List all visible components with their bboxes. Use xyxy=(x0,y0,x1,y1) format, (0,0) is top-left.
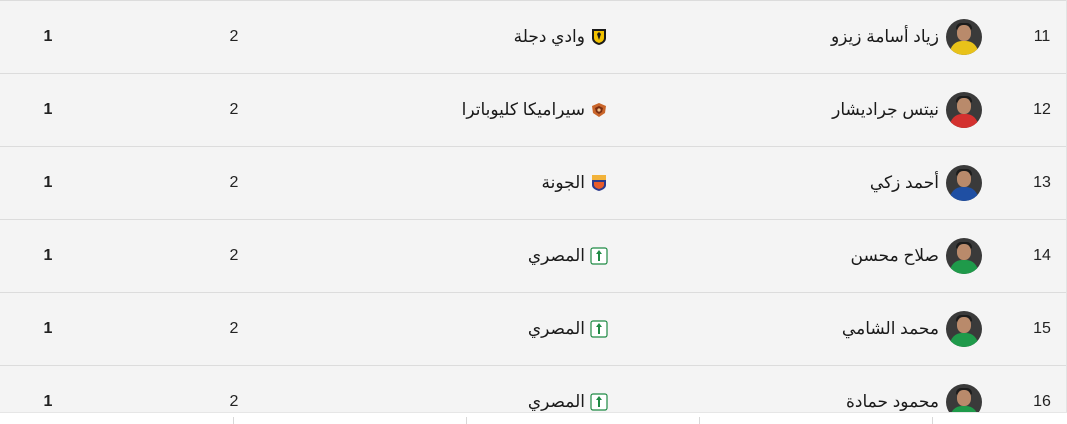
team-cell[interactable]: سيراميكا كليوباترا xyxy=(462,74,608,146)
player-name[interactable]: زياد أسامة زيزو xyxy=(831,27,939,47)
stat-cell: 1 xyxy=(43,320,53,337)
avatar xyxy=(946,92,982,128)
stat-cell: 1 xyxy=(43,101,53,118)
player-cell[interactable]: محمد الشامي xyxy=(842,293,982,365)
stat-cell: 1 xyxy=(43,174,53,191)
rank-cell: 16 xyxy=(1033,393,1051,410)
stat-cell: 1 xyxy=(43,28,53,45)
al-masry-logo-icon xyxy=(590,393,608,411)
player-cell[interactable]: محمود حمادة xyxy=(846,366,982,412)
avatar xyxy=(946,165,982,201)
table-row[interactable]: 12 نيتس جراديشار سيراميكا كليوباترا 2 1 xyxy=(0,73,1066,146)
table-row[interactable]: 13 أحمد زكي الجونة 2 1 xyxy=(0,146,1066,219)
stat-cell: 2 xyxy=(229,174,239,191)
team-name[interactable]: المصري xyxy=(528,392,585,412)
stat-cell: 2 xyxy=(229,247,239,264)
ceramica-cleopatra-logo-icon xyxy=(590,101,608,119)
rank-cell: 14 xyxy=(1033,247,1051,264)
table-row[interactable]: 15 محمد الشامي المصري 2 1 xyxy=(0,292,1066,365)
avatar xyxy=(946,238,982,274)
player-name[interactable]: محمود حمادة xyxy=(846,392,939,412)
team-name[interactable]: المصري xyxy=(528,319,585,339)
stat-cell: 2 xyxy=(229,393,239,410)
player-cell[interactable]: أحمد زكي xyxy=(870,147,982,219)
wadi-degla-logo-icon xyxy=(590,28,608,46)
player-cell[interactable]: نيتس جراديشار xyxy=(832,74,982,146)
avatar xyxy=(946,19,982,55)
el-gouna-logo-icon xyxy=(590,174,608,192)
table-row[interactable]: 14 صلاح محسن المصري 2 1 xyxy=(0,219,1066,292)
rank-cell: 13 xyxy=(1033,174,1051,191)
team-cell[interactable]: الجونة xyxy=(541,147,608,219)
stat-cell: 1 xyxy=(43,247,53,264)
stat-cell: 2 xyxy=(229,320,239,337)
team-name[interactable]: الجونة xyxy=(541,173,585,193)
player-name[interactable]: نيتس جراديشار xyxy=(832,100,939,120)
table-row[interactable]: 11 زياد أسامة زيزو وادي دجلة 2 1 xyxy=(0,0,1066,73)
table-row[interactable]: 16 محمود حمادة المصري 2 1 xyxy=(0,365,1066,412)
player-name[interactable]: أحمد زكي xyxy=(870,173,939,193)
rank-cell: 11 xyxy=(1033,28,1051,45)
scorers-table: 11 زياد أسامة زيزو وادي دجلة 2 1 12 نيتس… xyxy=(0,0,1067,412)
team-cell[interactable]: المصري xyxy=(528,293,608,365)
team-name[interactable]: المصري xyxy=(528,246,585,266)
player-cell[interactable]: زياد أسامة زيزو xyxy=(831,1,982,73)
table-footer-divider xyxy=(0,412,1067,424)
rank-cell: 12 xyxy=(1033,101,1051,118)
team-name[interactable]: سيراميكا كليوباترا xyxy=(462,100,585,120)
al-masry-logo-icon xyxy=(590,247,608,265)
stat-cell: 2 xyxy=(229,28,239,45)
player-cell[interactable]: صلاح محسن xyxy=(851,220,982,292)
team-cell[interactable]: المصري xyxy=(528,366,608,412)
rank-cell: 15 xyxy=(1033,320,1051,337)
team-cell[interactable]: وادي دجلة xyxy=(514,1,608,73)
stat-cell: 1 xyxy=(43,393,53,410)
player-name[interactable]: صلاح محسن xyxy=(851,246,939,266)
player-name[interactable]: محمد الشامي xyxy=(842,319,939,339)
al-masry-logo-icon xyxy=(590,320,608,338)
avatar xyxy=(946,311,982,347)
stat-cell: 2 xyxy=(229,101,239,118)
avatar xyxy=(946,384,982,412)
team-name[interactable]: وادي دجلة xyxy=(514,27,585,47)
team-cell[interactable]: المصري xyxy=(528,220,608,292)
